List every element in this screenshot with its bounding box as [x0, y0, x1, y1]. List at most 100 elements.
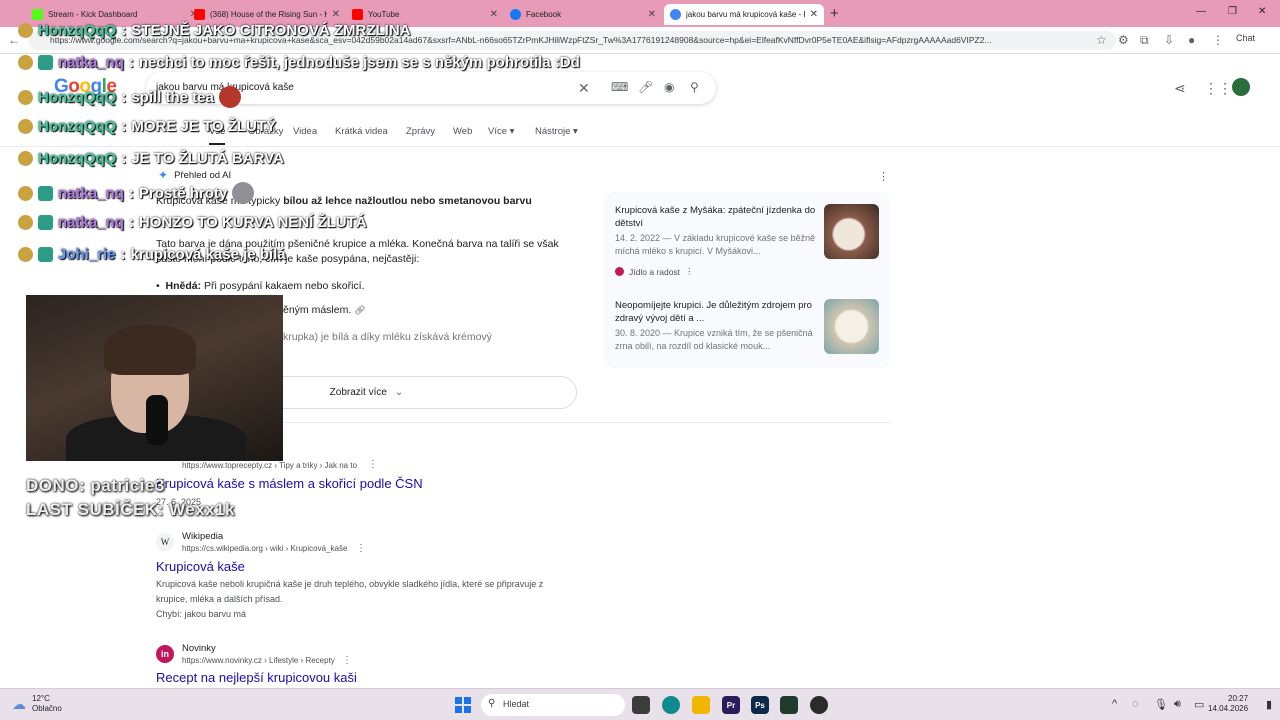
source-card[interactable]: Krupicová kaše z Myšáka: zpáteční jízden… [604, 204, 890, 278]
close-tab-icon[interactable]: ✕ [648, 9, 656, 20]
keyboard-icon[interactable]: ⌨ [611, 80, 628, 94]
close-tab-icon[interactable]: ✕ [810, 9, 818, 20]
battery-icon[interactable]: ▭ [1194, 698, 1204, 711]
webcam-feed [26, 295, 283, 461]
task-view-icon[interactable] [632, 696, 650, 714]
tab-google-search[interactable]: jakou barvu má krupicová kaše - H ✕ [664, 4, 824, 25]
clear-icon[interactable]: ✕ [578, 80, 590, 97]
sub-badge-icon [38, 247, 53, 262]
tab-web[interactable]: Web [453, 126, 472, 137]
chat-button[interactable]: Chat [1236, 33, 1255, 43]
premiere-icon[interactable]: Pr [722, 696, 740, 714]
search-icon: ⚲ [488, 698, 496, 709]
close-tab-icon[interactable]: ✕ [490, 9, 498, 20]
tab-short-videos[interactable]: Krátká videa [335, 126, 388, 137]
kick-app-icon[interactable] [780, 696, 798, 714]
bullet-text: ěným máslem. [283, 304, 352, 316]
result-title[interactable]: Krupicová kaše s máslem a skořicí podle … [156, 476, 423, 491]
youtube-icon [194, 9, 205, 20]
edge-icon[interactable] [662, 696, 680, 714]
source-title[interactable]: Krupicová kaše z Myšáka: zpáteční jízden… [615, 204, 821, 230]
close-window-icon[interactable]: ✕ [1258, 6, 1266, 17]
clock[interactable]: 20:27 14.04.2026 [1208, 694, 1248, 714]
tab-news[interactable]: Zprávy [406, 126, 435, 137]
search-icon[interactable]: ⚲ [690, 80, 699, 94]
temperature: 12°C [32, 694, 50, 703]
result-title[interactable]: Recept na nejlepší krupicovou kaši [156, 670, 357, 685]
site-icon [615, 267, 624, 276]
result-url[interactable]: https://cs.wikipedia.org › wiki › Krupic… [182, 544, 347, 553]
chat-message: Johi_rie: krupicová kaše je bílá [18, 246, 286, 263]
more-icon[interactable]: ⋮ [685, 266, 694, 277]
link-icon[interactable]: 🔗︎ [354, 305, 365, 315]
close-tab-icon[interactable]: ✕ [332, 9, 340, 20]
taskbar-search[interactable]: ⚲ Hledat [481, 694, 625, 716]
divider [0, 146, 1280, 147]
show-hidden-icons[interactable]: ^ [1112, 698, 1117, 710]
chat-username: natka_nq [58, 184, 124, 202]
extensions-icon[interactable]: ⚙ [1118, 33, 1129, 47]
result-url[interactable]: https://www.novinky.cz › Lifestyle › Rec… [182, 656, 335, 665]
chat-text: HONZO TO KURVA NENÍ ŽLUTÁ [138, 214, 367, 231]
crown-badge-icon [18, 151, 33, 166]
weather-widget[interactable]: ☁ 12°C Oblačno [12, 694, 62, 714]
result-title[interactable]: Krupicová kaše [156, 559, 245, 574]
crown-badge-icon [18, 185, 33, 201]
chat-username: HonzqQqQ [38, 150, 117, 167]
microphone-tray-icon[interactable]: 🎙︎ [1154, 698, 1168, 711]
photoshop-icon[interactable]: Ps [751, 696, 769, 714]
share-icon[interactable]: ⋖ [1174, 80, 1186, 97]
source-thumbnail[interactable] [824, 299, 879, 354]
new-tab-button[interactable]: + [830, 5, 839, 22]
tab-more[interactable]: Více ▾ [488, 126, 514, 137]
bookmark-star-icon[interactable]: ☆ [1096, 33, 1107, 47]
account-avatar[interactable] [1232, 78, 1250, 96]
crown-badge-icon [18, 119, 33, 134]
ai-bullet-faded: krupka) je bílá a díky mléku získává kré… [283, 331, 492, 343]
source-name: Jídlo a radost [629, 266, 681, 277]
chat-message: natka_nq: Prostě hroty [18, 182, 255, 204]
extension-puzzle-icon[interactable]: ⧉ [1140, 33, 1149, 48]
file-explorer-icon[interactable] [692, 696, 710, 714]
more-options-icon[interactable]: ⋮ [878, 170, 889, 183]
chat-text: spill the tea [131, 88, 214, 106]
source-site: Jídlo a radost ⋮ [615, 266, 694, 277]
profile-icon[interactable]: ● [1188, 33, 1195, 47]
sub-badge-icon [38, 185, 53, 201]
downloads-icon[interactable]: ⇩ [1164, 33, 1174, 47]
more-icon[interactable]: ⋮ [368, 459, 378, 470]
source-snippet: 14. 2. 2022 — V základu krupicové kaše s… [615, 233, 816, 256]
chevron-down-icon: ⌄ [394, 387, 404, 398]
tab-facebook[interactable]: Facebook ✕ [504, 4, 662, 25]
result-site[interactable]: Wikipedia [182, 531, 223, 542]
maximize-icon[interactable]: ❐ [1228, 6, 1237, 17]
source-title[interactable]: Neopomíjejte krupici. Je důležitým zdroj… [615, 299, 821, 325]
start-windows-icon[interactable] [455, 697, 471, 713]
obs-icon[interactable] [810, 696, 828, 714]
tab-videos[interactable]: Videa [293, 126, 317, 137]
source-thumbnail[interactable] [824, 204, 879, 259]
apps-grid-icon[interactable]: ⋮⋮ [1204, 80, 1232, 97]
chat-username: natka_nq [58, 54, 124, 71]
more-icon[interactable]: ⋮ [356, 543, 366, 554]
cloud-icon: ☁ [12, 695, 26, 712]
ai-sparkle-icon: ✦ [158, 168, 169, 182]
facebook-icon [510, 9, 521, 20]
more-menu-icon[interactable]: ⋮ [1212, 33, 1224, 47]
result-site[interactable]: Novinky [182, 643, 216, 654]
tab-tools[interactable]: Nástroje ▾ [535, 126, 578, 137]
chat-message: natka_nq: HONZO TO KURVA NENÍ ŽLUTÁ [18, 214, 367, 231]
search-result: in Novinky https://www.novinky.cz › Life… [156, 643, 636, 687]
result-url[interactable]: https://www.toprecepty.cz › Tipy a triky… [182, 461, 357, 470]
network-tray-icon[interactable]: ◌ [1132, 698, 1139, 710]
taskbar: ☁ 12°C Oblačno ⚲ Hledat Pr Ps ^ ◌ 🎙︎ 🔊︎ … [0, 688, 1280, 720]
notification-icon[interactable]: ▮ [1266, 698, 1272, 711]
ai-answer-highlight: bílou až lehce nažloutlou nebo smetanovo… [283, 195, 532, 207]
microphone-icon[interactable]: 🎤︎ [638, 80, 653, 94]
more-icon[interactable]: ⋮ [342, 655, 352, 666]
tab-title: jakou barvu má krupicová kaše - H [686, 10, 805, 19]
lens-icon[interactable]: ◉ [664, 80, 674, 94]
source-card[interactable]: Neopomíjejte krupici. Je důležitým zdroj… [604, 299, 890, 373]
minimize-icon[interactable]: — [1196, 6, 1206, 17]
speaker-icon[interactable]: 🔊︎ [1174, 698, 1181, 711]
